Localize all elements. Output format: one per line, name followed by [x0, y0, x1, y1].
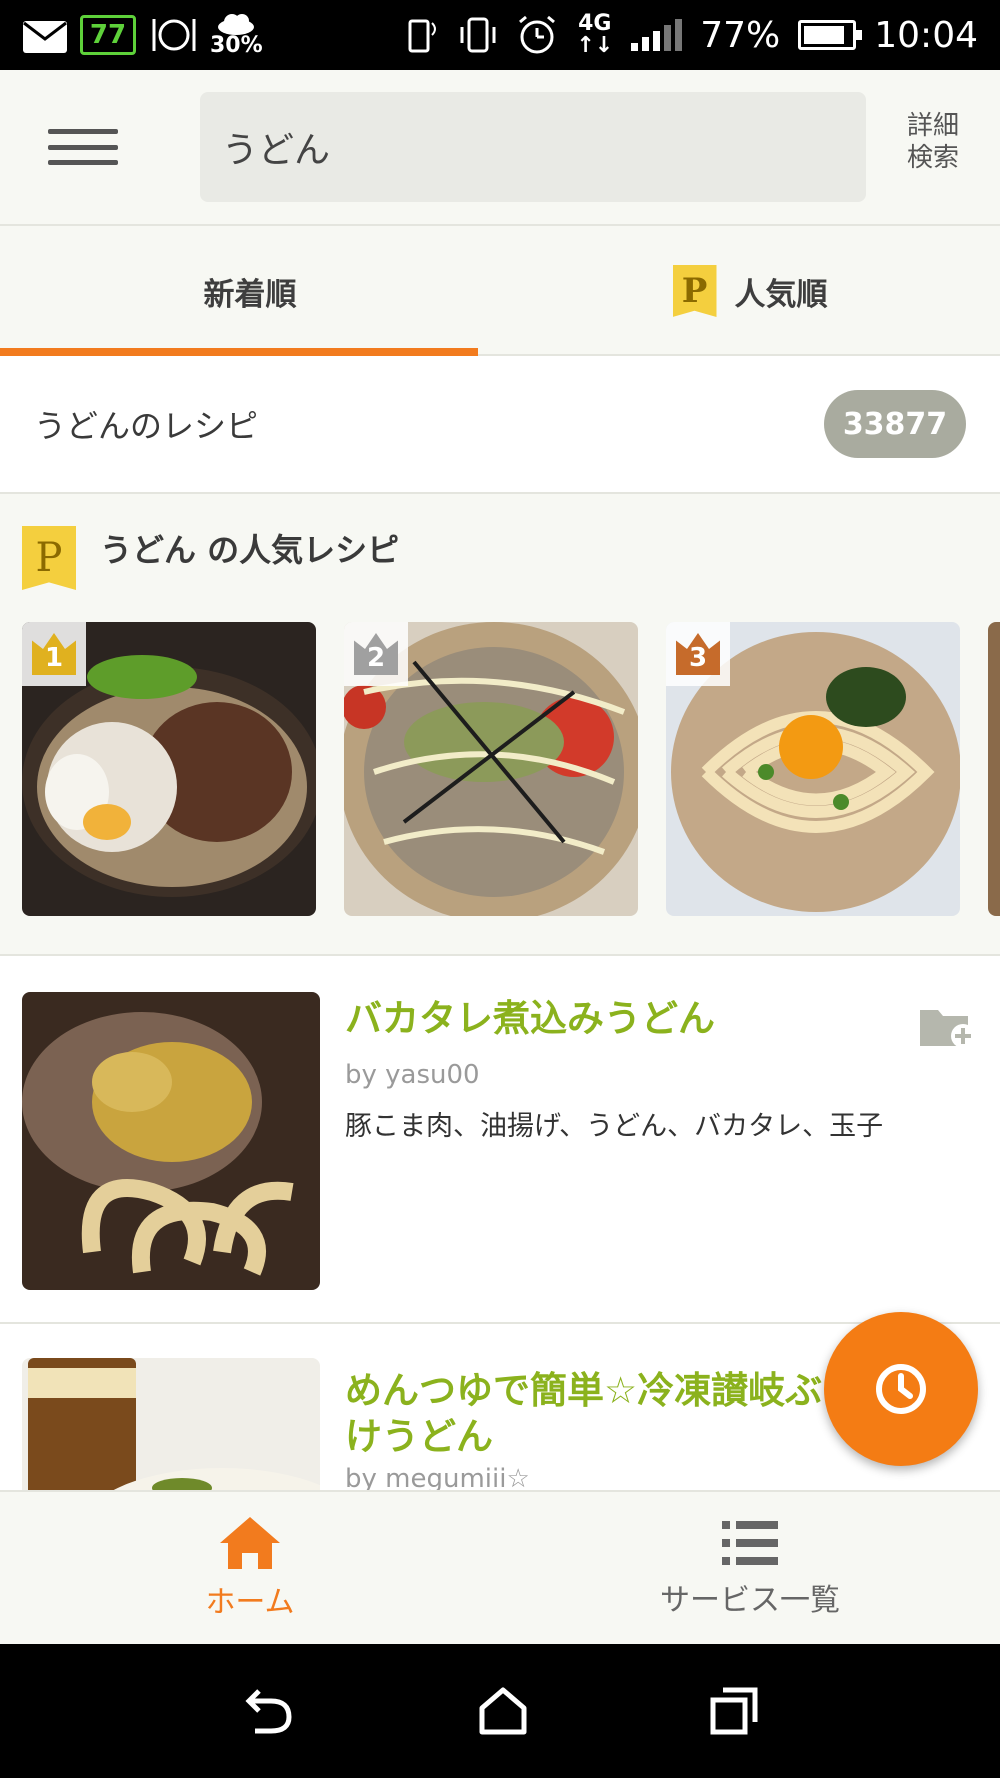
recipe-photo — [988, 622, 1000, 916]
bottom-navigation: ホーム サービス一覧 — [0, 1490, 1000, 1644]
nav-services-label: サービス一覧 — [660, 1583, 840, 1618]
popular-recipes-section: P うどん の人気レシピ 1 2 3 — [0, 494, 1000, 956]
popular-title: うどん の人気レシピ — [100, 531, 400, 569]
popular-recipe-3[interactable]: 3 — [666, 622, 960, 916]
nav-home[interactable]: ホーム — [0, 1492, 500, 1644]
nav-services[interactable]: サービス一覧 — [500, 1492, 1000, 1644]
recipe-author[interactable]: by yasu00 — [345, 1060, 480, 1090]
rank-badge: 2 — [344, 622, 408, 686]
nfc-icon — [406, 15, 440, 55]
recipe-count-badge: 33877 — [824, 390, 966, 458]
search-query: うどん — [222, 130, 331, 171]
recipe-thumbnail — [22, 992, 320, 1290]
recipe-title[interactable]: めんつゆで簡単☆冷凍讃岐ぶっかけうどん — [345, 1368, 905, 1460]
mail-icon — [22, 15, 68, 55]
rank-badge: 3 — [666, 622, 730, 686]
recipe-author[interactable]: by megumiii☆ — [345, 1464, 530, 1490]
network-type: 4G — [578, 11, 612, 36]
tab-newest-label: 新着順 — [203, 276, 297, 313]
clock-icon — [876, 1364, 926, 1414]
home-system-icon[interactable] — [478, 1686, 528, 1736]
back-icon[interactable] — [241, 1687, 297, 1735]
recipe-list-item[interactable]: バカタレ煮込みうどん by yasu00 豚こま肉、油揚げ、うどん、バカタレ、玉… — [0, 956, 1000, 1324]
recipe-ingredients: 豚こま肉、油揚げ、うどん、バカタレ、玉子 — [345, 1111, 884, 1142]
battery-percent: 77% — [700, 14, 781, 56]
tab-newest[interactable]: 新着順 — [0, 226, 500, 356]
alarm-icon — [516, 14, 558, 56]
status-bar: 77 30% 4G ↑↓ 77% 10:04 — [0, 0, 1000, 70]
recent-apps-icon[interactable] — [709, 1686, 759, 1736]
recipe-title[interactable]: バカタレ煮込みうどん — [345, 996, 905, 1042]
weather-percent: 30% — [210, 33, 263, 58]
vibrate-icon — [458, 15, 498, 55]
hamburger-menu-icon[interactable] — [44, 123, 122, 171]
tab-popular[interactable]: P 人気順 — [500, 226, 1000, 356]
add-to-folder-icon[interactable] — [918, 1004, 976, 1048]
nav-home-label: ホーム — [205, 1585, 295, 1620]
signal-icon — [631, 19, 683, 51]
crown-icon: 3 — [676, 633, 720, 675]
popular-header: P うどん の人気レシピ — [22, 526, 399, 590]
network-icon: 4G ↑↓ — [576, 11, 614, 58]
home-icon — [220, 1517, 280, 1569]
list-icon — [722, 1521, 778, 1565]
sort-tabs: 新着順 P 人気順 — [0, 226, 1000, 356]
advanced-search-button[interactable]: 詳細検索 — [898, 110, 968, 174]
recipe-thumbnail — [22, 1358, 320, 1490]
crown-icon: 1 — [32, 633, 76, 675]
popular-recipe-4[interactable] — [988, 622, 1000, 916]
recipe-count-row: うどんのレシピ 33877 — [0, 356, 1000, 494]
history-fab[interactable] — [824, 1312, 978, 1466]
popular-recipe-2[interactable]: 2 — [344, 622, 638, 916]
dining-icon — [148, 15, 198, 55]
app-header: うどん 詳細検索 — [0, 70, 1000, 226]
popular-recipe-1[interactable]: 1 — [22, 622, 316, 916]
premium-badge-icon: P — [672, 265, 717, 317]
system-navigation-bar — [0, 1644, 1000, 1778]
clock: 10:04 — [874, 14, 978, 56]
premium-badge-icon: P — [22, 526, 76, 590]
green-badge-icon: 77 — [80, 15, 136, 55]
recipe-count-label: うどんのレシピ — [34, 407, 259, 445]
crown-icon: 2 — [354, 633, 398, 675]
search-input[interactable]: うどん — [200, 92, 866, 202]
weather-icon: 30% — [210, 13, 263, 57]
rank-badge: 1 — [22, 622, 86, 686]
battery-icon — [798, 20, 863, 50]
tab-popular-label: 人気順 — [734, 276, 828, 313]
